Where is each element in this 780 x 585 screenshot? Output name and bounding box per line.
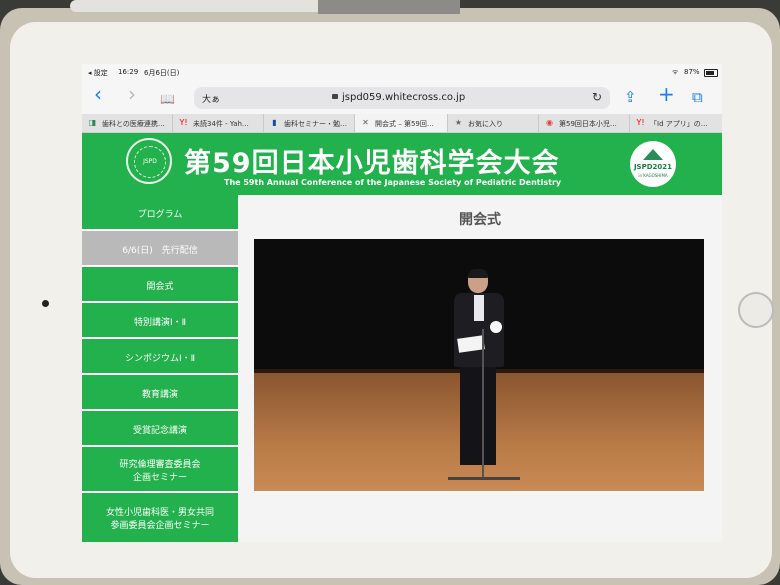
forward-arrow-icon[interactable]: › bbox=[128, 84, 136, 104]
sidebar-nav: プログラム 6/6(日) 先行配信 開会式 特別講演Ⅰ・Ⅱ シンポジウムⅠ・Ⅱ … bbox=[82, 195, 238, 542]
reload-icon[interactable]: ↻ bbox=[592, 90, 602, 104]
sidebar-item-symposium[interactable]: シンポジウムⅠ・Ⅱ bbox=[82, 339, 238, 375]
tab-5[interactable]: ★ お気に入り bbox=[448, 114, 539, 132]
stylus-clip bbox=[318, 0, 460, 14]
microphone-stand bbox=[482, 329, 484, 479]
speaker-legs bbox=[460, 365, 496, 465]
speaker-shirt bbox=[474, 295, 484, 321]
yahoo-icon: Y! bbox=[636, 118, 645, 127]
mountain-icon bbox=[643, 149, 663, 160]
tab-bar: ◨ 歯科との医療連携… Y! 未読34件 - Yah… ▮ 歯科セミナー・勉… … bbox=[82, 114, 722, 133]
sidebar-item-label: 開会式 bbox=[146, 282, 174, 292]
back-to-settings[interactable]: ◂ 設定 bbox=[88, 68, 108, 78]
clock: 16:29 bbox=[118, 68, 139, 76]
yahoo-icon: Y! bbox=[179, 118, 188, 127]
wifi-icon: ᯤ bbox=[672, 68, 679, 76]
browser-toolbar: ‹ › 📖 大ぁ jspd059.whitecross.co.jp ↻ ⇪ + … bbox=[82, 82, 722, 114]
lock-icon bbox=[332, 94, 338, 99]
sidebar-item-label: 研究倫理審査委員会 bbox=[119, 460, 201, 470]
conference-banner: JSPD 第59回日本小児歯科学会大会 The 59th Annual Conf… bbox=[82, 133, 722, 195]
main-content: 開会式 bbox=[238, 195, 722, 542]
date: 6月6日(日) bbox=[144, 69, 180, 77]
sidebar-item-label: プログラム bbox=[137, 210, 183, 220]
sidebar-item-preview[interactable]: 6/6(日) 先行配信 bbox=[82, 231, 238, 267]
browser-screen: ◂ 設定 16:29 6月6日(日) ᯤ 87% ‹ › 📖 大ぁ jspd05… bbox=[82, 64, 722, 542]
microphone-base bbox=[448, 477, 520, 480]
tab-2[interactable]: Y! 未読34件 - Yah… bbox=[173, 114, 264, 132]
tab-1[interactable]: ◨ 歯科との医療連携… bbox=[82, 114, 173, 132]
tabs-overview-icon[interactable]: ⧉ bbox=[692, 88, 703, 106]
tab-label: 「Id アプリ」の… bbox=[650, 120, 708, 128]
sidebar-item-label: 6/6(日) 先行配信 bbox=[122, 246, 198, 256]
url-text[interactable]: jspd059.whitecross.co.jp bbox=[342, 92, 465, 103]
speaker-figure bbox=[444, 269, 520, 489]
camera-icon bbox=[42, 300, 49, 307]
sidebar-item-label: 教育講演 bbox=[141, 390, 178, 400]
seal-text: JSPD bbox=[134, 146, 166, 178]
conference-title: 第59回日本小児歯科学会大会 bbox=[184, 148, 560, 179]
tab-favicon-icon: ◨ bbox=[88, 118, 97, 127]
sidebar-item-award[interactable]: 受賞記念講演 bbox=[82, 411, 238, 447]
sidebar-item-opening[interactable]: 開会式 bbox=[82, 267, 238, 303]
bookmarks-icon[interactable]: 📖 bbox=[160, 90, 175, 108]
reader-text-button[interactable]: 大ぁ bbox=[202, 92, 220, 105]
tab-label: 歯科との医療連携… bbox=[102, 120, 165, 128]
tab-7[interactable]: Y! 「Id アプリ」の… bbox=[630, 114, 722, 132]
sidebar-item-label: 受賞記念講演 bbox=[132, 426, 187, 436]
speaker-hair bbox=[468, 269, 488, 278]
sidebar-item-ethics[interactable]: 研究倫理審査委員会 企画セミナー bbox=[82, 447, 238, 493]
video-player[interactable] bbox=[254, 239, 704, 491]
sidebar-item-education[interactable]: 教育講演 bbox=[82, 375, 238, 411]
address-bar[interactable]: 大ぁ jspd059.whitecross.co.jp ↻ bbox=[194, 87, 610, 109]
sidebar-item-program[interactable]: プログラム bbox=[82, 195, 238, 231]
conference-subtitle: The 59th Annual Conference of the Japane… bbox=[224, 178, 562, 187]
tab-label: お気に入り bbox=[468, 120, 503, 128]
sidebar-item-label: 企画セミナー bbox=[132, 473, 187, 483]
sidebar-item-label: 参画委員会企画セミナー bbox=[110, 521, 210, 531]
status-bar: ◂ 設定 16:29 6月6日(日) ᯤ 87% bbox=[82, 64, 722, 82]
sidebar-item-label: シンポジウムⅠ・Ⅱ bbox=[124, 354, 196, 364]
jspd2021-logo: JSPD2021 in KAGOSHIMA bbox=[630, 141, 676, 187]
add-tab-icon[interactable]: + bbox=[658, 84, 675, 104]
battery-percent: 87% bbox=[684, 68, 700, 76]
tab-label: 開会式 – 第59回… bbox=[375, 120, 434, 128]
sidebar-item-special-lecture[interactable]: 特別講演Ⅰ・Ⅱ bbox=[82, 303, 238, 339]
share-icon[interactable]: ⇪ bbox=[624, 88, 637, 106]
back-arrow-icon[interactable]: ‹ bbox=[94, 84, 102, 104]
close-tab-icon[interactable]: ✕ bbox=[361, 118, 370, 127]
society-seal-logo: JSPD bbox=[126, 138, 172, 184]
logo-text: JSPD2021 bbox=[633, 163, 673, 171]
corsage bbox=[490, 321, 502, 333]
tab-3[interactable]: ▮ 歯科セミナー・勉… bbox=[264, 114, 355, 132]
logo-subtext: in KAGOSHIMA bbox=[638, 173, 668, 178]
home-button[interactable] bbox=[738, 292, 774, 328]
sidebar-item-label: 特別講演Ⅰ・Ⅱ bbox=[133, 318, 187, 328]
tab-active[interactable]: ✕ 開会式 – 第59回… bbox=[355, 114, 448, 132]
star-icon: ★ bbox=[454, 118, 463, 127]
battery-icon bbox=[704, 69, 718, 77]
sidebar-item-label: 女性小児歯科医・男女共同 bbox=[105, 508, 214, 518]
tab-6[interactable]: ◉ 第59回日本小児… bbox=[539, 114, 630, 132]
tab-favicon-icon: ◉ bbox=[546, 118, 553, 127]
tab-label: 第59回日本小児… bbox=[559, 120, 617, 128]
page-title: 開会式 bbox=[459, 212, 501, 228]
sidebar-item-gender-equality[interactable]: 女性小児歯科医・男女共同 参画委員会企画セミナー bbox=[82, 493, 238, 542]
tab-label: 歯科セミナー・勉… bbox=[284, 120, 347, 128]
bookmark-favicon-icon: ▮ bbox=[272, 118, 277, 127]
tab-label: 未読34件 - Yah… bbox=[193, 120, 249, 128]
